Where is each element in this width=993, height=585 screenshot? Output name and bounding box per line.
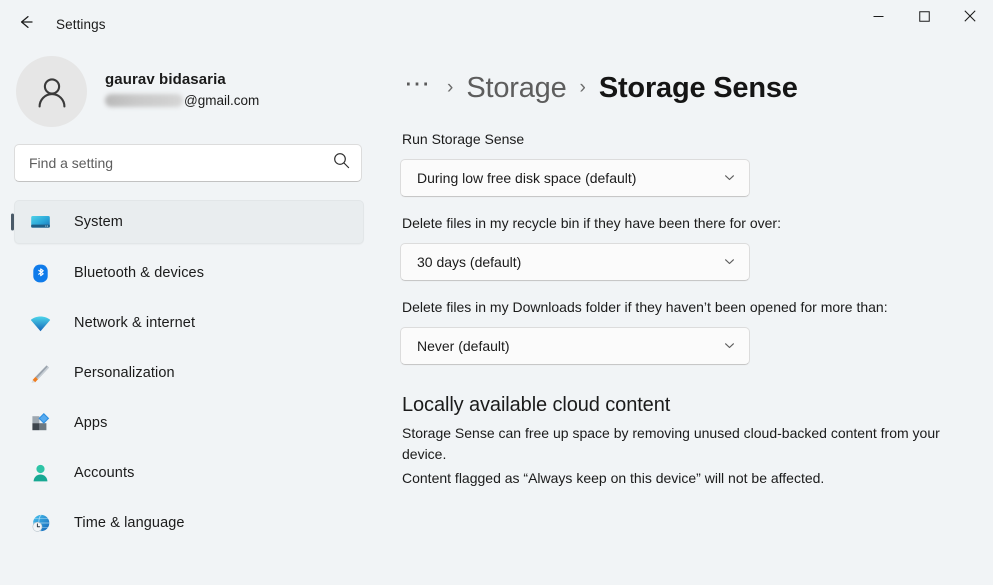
cloud-content-note: Content flagged as “Always keep on this … [402, 468, 947, 489]
dropdown-value: During low free disk space (default) [417, 170, 723, 186]
dropdown-value: Never (default) [417, 338, 723, 354]
bluetooth-icon [28, 261, 52, 285]
maximize-icon [919, 11, 930, 22]
sidebar-item-label: System [74, 214, 123, 230]
avatar [16, 56, 87, 127]
search-icon[interactable] [333, 152, 350, 174]
breadcrumb-separator-icon: › [580, 77, 586, 99]
sidebar-item-network-internet[interactable]: Network & internet [14, 302, 364, 344]
breadcrumb: ⋯ › Storage › Storage Sense [400, 60, 993, 116]
close-button[interactable] [947, 0, 993, 32]
chevron-down-icon [723, 171, 736, 184]
sidebar-item-bluetooth-devices[interactable]: Bluetooth & devices [14, 252, 364, 294]
downloads-folder-label: Delete files in my Downloads folder if t… [402, 298, 942, 318]
sidebar-item-label: Personalization [74, 365, 175, 381]
chevron-down-icon [723, 339, 736, 352]
recycle-bin-label: Delete files in my recycle bin if they h… [402, 214, 942, 234]
person-icon [31, 71, 73, 113]
sidebar-item-label: Time & language [74, 515, 185, 531]
sidebar: gaurav bidasaria @gmail.com [0, 48, 378, 585]
profile-name: gaurav bidasaria [105, 71, 259, 88]
sidebar-item-system[interactable]: System [14, 200, 364, 244]
window-body: gaurav bidasaria @gmail.com [0, 48, 993, 585]
breadcrumb-separator-icon: › [447, 77, 453, 99]
chevron-down-icon [723, 255, 736, 268]
search-section [0, 124, 378, 182]
settings-content: Run Storage Sense During low free disk s… [400, 130, 993, 489]
arrow-left-icon [17, 13, 35, 36]
breadcrumb-overflow-button[interactable]: ⋯ [402, 70, 434, 106]
maximize-button[interactable] [901, 0, 947, 32]
profile-text: gaurav bidasaria @gmail.com [105, 71, 259, 112]
window-title: Settings [56, 17, 106, 32]
title-bar: Settings [0, 0, 993, 48]
search-input[interactable] [29, 155, 333, 171]
run-storage-sense-label: Run Storage Sense [402, 130, 942, 150]
profile-email: @gmail.com [105, 93, 259, 108]
sidebar-item-personalization[interactable]: Personalization [14, 352, 364, 394]
sidebar-item-label: Network & internet [74, 315, 195, 331]
sidebar-item-label: Apps [74, 415, 107, 431]
cloud-content-heading: Locally available cloud content [402, 394, 973, 417]
minimize-button[interactable] [855, 0, 901, 32]
profile-section[interactable]: gaurav bidasaria @gmail.com [0, 48, 378, 124]
monitor-icon [28, 210, 52, 234]
redacted-email-blur [105, 94, 183, 107]
page-title: Storage Sense [599, 72, 798, 105]
run-storage-sense-dropdown[interactable]: During low free disk space (default) [400, 159, 750, 197]
recycle-bin-dropdown[interactable]: 30 days (default) [400, 243, 750, 281]
sidebar-item-time-language[interactable]: Time & language [14, 502, 364, 544]
window-controls [855, 0, 993, 48]
sidebar-item-label: Accounts [74, 465, 134, 481]
search-box[interactable] [14, 144, 362, 182]
apps-icon [28, 411, 52, 435]
downloads-folder-dropdown[interactable]: Never (default) [400, 327, 750, 365]
sidebar-item-apps[interactable]: Apps [14, 402, 364, 444]
cloud-content-description: Storage Sense can free up space by remov… [402, 423, 947, 466]
account-icon [28, 461, 52, 485]
dropdown-value: 30 days (default) [417, 254, 723, 270]
settings-window: Settings [0, 0, 993, 585]
breadcrumb-parent-link[interactable]: Storage [466, 72, 566, 105]
sidebar-nav: System Bluetooth & devices [0, 200, 378, 585]
sidebar-item-accounts[interactable]: Accounts [14, 452, 364, 494]
minimize-icon [873, 11, 884, 22]
globe-clock-icon [28, 511, 52, 535]
wifi-icon [28, 311, 52, 335]
back-button[interactable] [9, 7, 43, 41]
sidebar-item-label: Bluetooth & devices [74, 265, 204, 281]
main-content: ⋯ › Storage › Storage Sense Run Storage … [378, 48, 993, 585]
email-domain: @gmail.com [184, 93, 259, 108]
paintbrush-icon [28, 361, 52, 385]
close-icon [964, 10, 976, 22]
